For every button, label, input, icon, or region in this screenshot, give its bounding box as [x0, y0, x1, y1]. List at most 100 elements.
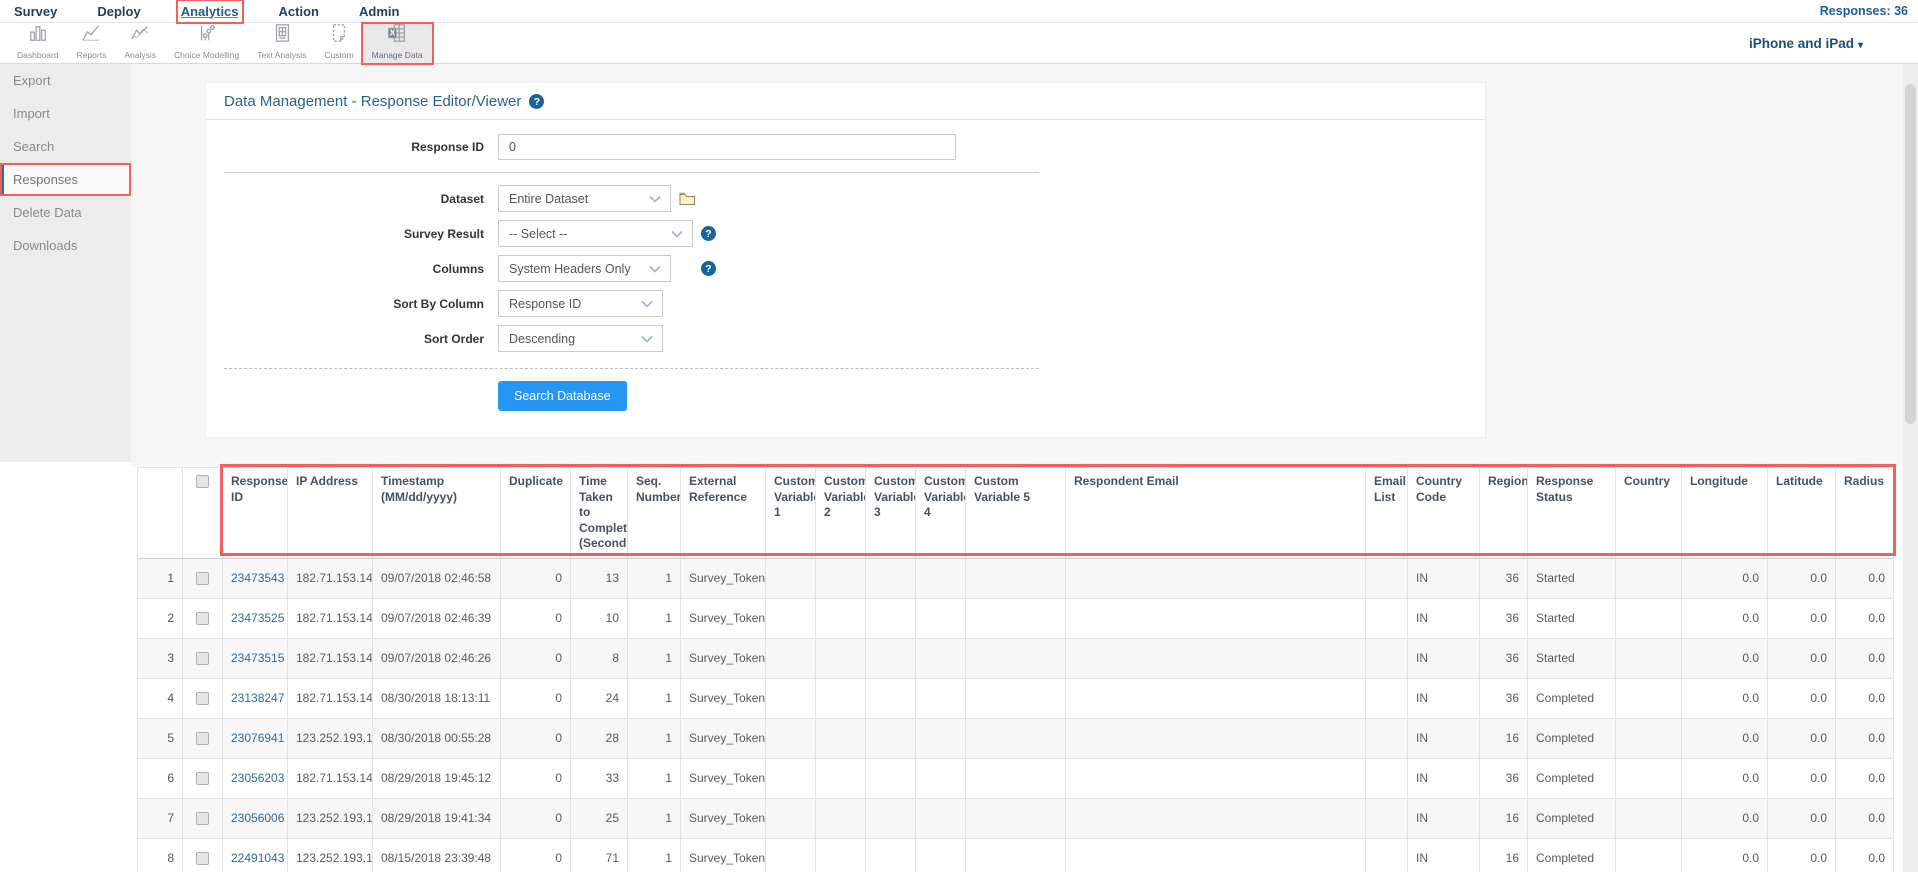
region-cell: 36 [1480, 558, 1528, 598]
sidebar-item-import[interactable]: Import [0, 97, 131, 130]
column-header-longitude[interactable]: Longitude [1682, 468, 1768, 559]
radius-cell: 0.0 [1836, 678, 1894, 718]
search-database-button[interactable]: Search Database [498, 381, 627, 411]
column-header-seq-number[interactable]: Seq. Number [628, 468, 681, 559]
column-header-country[interactable]: Country [1616, 468, 1682, 559]
radius-cell: 0.0 [1836, 638, 1894, 678]
country-cell [1616, 718, 1682, 758]
column-header-email-list[interactable]: Email List [1366, 468, 1408, 559]
custom-variable-3-cell [866, 638, 916, 678]
column-header-custom-variable-3[interactable]: Custom Variable 3 [866, 468, 916, 559]
response-id-link[interactable]: 23056203 [223, 758, 288, 798]
respondent-email-cell [1066, 638, 1366, 678]
sidebar-item-downloads[interactable]: Downloads [0, 229, 131, 262]
sidebar-item-delete-data[interactable]: Delete Data [0, 196, 131, 229]
column-header-custom-variable-4[interactable]: Custom Variable 4 [916, 468, 966, 559]
column-header-ip-address[interactable]: IP Address [288, 468, 373, 559]
toolbar-item-label: Reports [77, 50, 107, 60]
response-id-link[interactable]: 23056006 [223, 798, 288, 838]
select-all-checkbox[interactable] [196, 475, 209, 488]
response-id-link[interactable]: 22491043 [223, 838, 288, 872]
response-id-input[interactable] [498, 134, 956, 160]
column-header-timestamp[interactable]: Timestamp (MM/dd/yyyy) [373, 468, 501, 559]
table-row: 8 22491043 123.252.193.148 08/15/2018 23… [138, 838, 1894, 872]
help-icon[interactable]: ? [529, 94, 544, 109]
region-cell: 36 [1480, 598, 1528, 638]
column-header-respondent-email[interactable]: Respondent Email [1066, 468, 1366, 559]
row-checkbox[interactable] [196, 612, 209, 625]
sidebar-item-search[interactable]: Search [0, 130, 131, 163]
column-header-region[interactable]: Region [1480, 468, 1528, 559]
duplicate-cell: 0 [501, 718, 571, 758]
sort-by-column-select[interactable]: Response ID [498, 290, 663, 317]
response-id-link[interactable]: 23076941 [223, 718, 288, 758]
time-taken-cell: 28 [571, 718, 628, 758]
row-checkbox[interactable] [196, 692, 209, 705]
custom-variable-4-cell [916, 798, 966, 838]
toolbar-item-choice-modelling[interactable]: Choice Modelling [165, 24, 248, 63]
dataset-select[interactable]: Entire Dataset [498, 185, 671, 212]
respondent-email-cell [1066, 798, 1366, 838]
external-reference-cell: Survey_Token [681, 598, 766, 638]
column-header-radius[interactable]: Radius [1836, 468, 1894, 559]
row-checkbox[interactable] [196, 852, 209, 865]
toolbar-item-analysis[interactable]: Analysis [115, 24, 165, 63]
nav-action[interactable]: Action [279, 4, 319, 19]
nav-deploy[interactable]: Deploy [97, 4, 140, 19]
toolbar-item-custom[interactable]: Custom [315, 24, 362, 63]
row-checkbox[interactable] [196, 812, 209, 825]
column-header-country-code[interactable]: Country Code [1408, 468, 1480, 559]
row-checkbox[interactable] [196, 772, 209, 785]
divider [224, 172, 1039, 173]
dashed-page-icon [328, 23, 350, 48]
toolbar-item-dashboard[interactable]: Dashboard [8, 24, 68, 63]
nav-analytics[interactable]: Analytics [181, 4, 239, 19]
column-header-custom-variable-5[interactable]: Custom Variable 5 [966, 468, 1066, 559]
radius-cell: 0.0 [1836, 558, 1894, 598]
device-selector[interactable]: iPhone and iPad▾ [1749, 36, 1863, 51]
country-cell [1616, 558, 1682, 598]
help-icon[interactable]: ? [701, 226, 716, 241]
folder-icon[interactable] [679, 192, 696, 206]
column-header-custom-variable-2[interactable]: Custom Variable 2 [816, 468, 866, 559]
nav-survey[interactable]: Survey [14, 4, 57, 19]
scrollbar-thumb[interactable] [1905, 84, 1916, 424]
sidebar-item-export[interactable]: Export [0, 64, 131, 97]
top-navigation: Survey Deploy Analytics Action Admin Res… [0, 0, 1918, 23]
survey-result-select[interactable]: -- Select -- [498, 220, 693, 247]
column-header-duplicate[interactable]: Duplicate [501, 468, 571, 559]
column-header-time-taken[interactable]: Time Taken to Complete (Seconds) [571, 468, 628, 559]
response-id-link[interactable]: 23473543 [223, 558, 288, 598]
row-checkbox[interactable] [196, 652, 209, 665]
column-header-custom-variable-1[interactable]: Custom Variable 1 [766, 468, 816, 559]
caret-down-icon: ▾ [1858, 40, 1863, 51]
nav-admin[interactable]: Admin [359, 4, 399, 19]
sort-order-select[interactable]: Descending [498, 325, 663, 352]
column-header-external-reference[interactable]: External Reference [681, 468, 766, 559]
timestamp-cell: 08/29/2018 19:45:12 [373, 758, 501, 798]
toolbar-item-text-analysis[interactable]: Text Analysis [248, 24, 315, 63]
response-status-cell: Started [1528, 638, 1616, 678]
vertical-scrollbar[interactable] [1903, 64, 1918, 872]
sidebar-item-responses[interactable]: Responses [0, 163, 131, 196]
help-icon[interactable]: ? [701, 261, 716, 276]
toolbar-item-reports[interactable]: Reports [68, 24, 116, 63]
column-header-latitude[interactable]: Latitude [1768, 468, 1836, 559]
row-checkbox[interactable] [196, 732, 209, 745]
longitude-cell: 0.0 [1682, 638, 1768, 678]
response-id-link[interactable]: 23473515 [223, 638, 288, 678]
response-id-link[interactable]: 23473525 [223, 598, 288, 638]
custom-variable-5-cell [966, 758, 1066, 798]
row-checkbox[interactable] [196, 572, 209, 585]
custom-variable-1-cell [766, 638, 816, 678]
toolbar-item-manage-data[interactable]: X Manage Data [363, 24, 432, 63]
custom-variable-3-cell [866, 598, 916, 638]
column-header-response-id[interactable]: Response ID [223, 468, 288, 559]
custom-variable-2-cell [816, 678, 866, 718]
column-header-response-status[interactable]: Response Status [1528, 468, 1616, 559]
response-id-link[interactable]: 23138247 [223, 678, 288, 718]
toolbar-item-label: Analysis [124, 50, 156, 60]
columns-select[interactable]: System Headers Only [498, 255, 671, 282]
custom-variable-3-cell [866, 758, 916, 798]
responses-table: Response ID IP Address Timestamp (MM/dd/… [137, 467, 1894, 872]
